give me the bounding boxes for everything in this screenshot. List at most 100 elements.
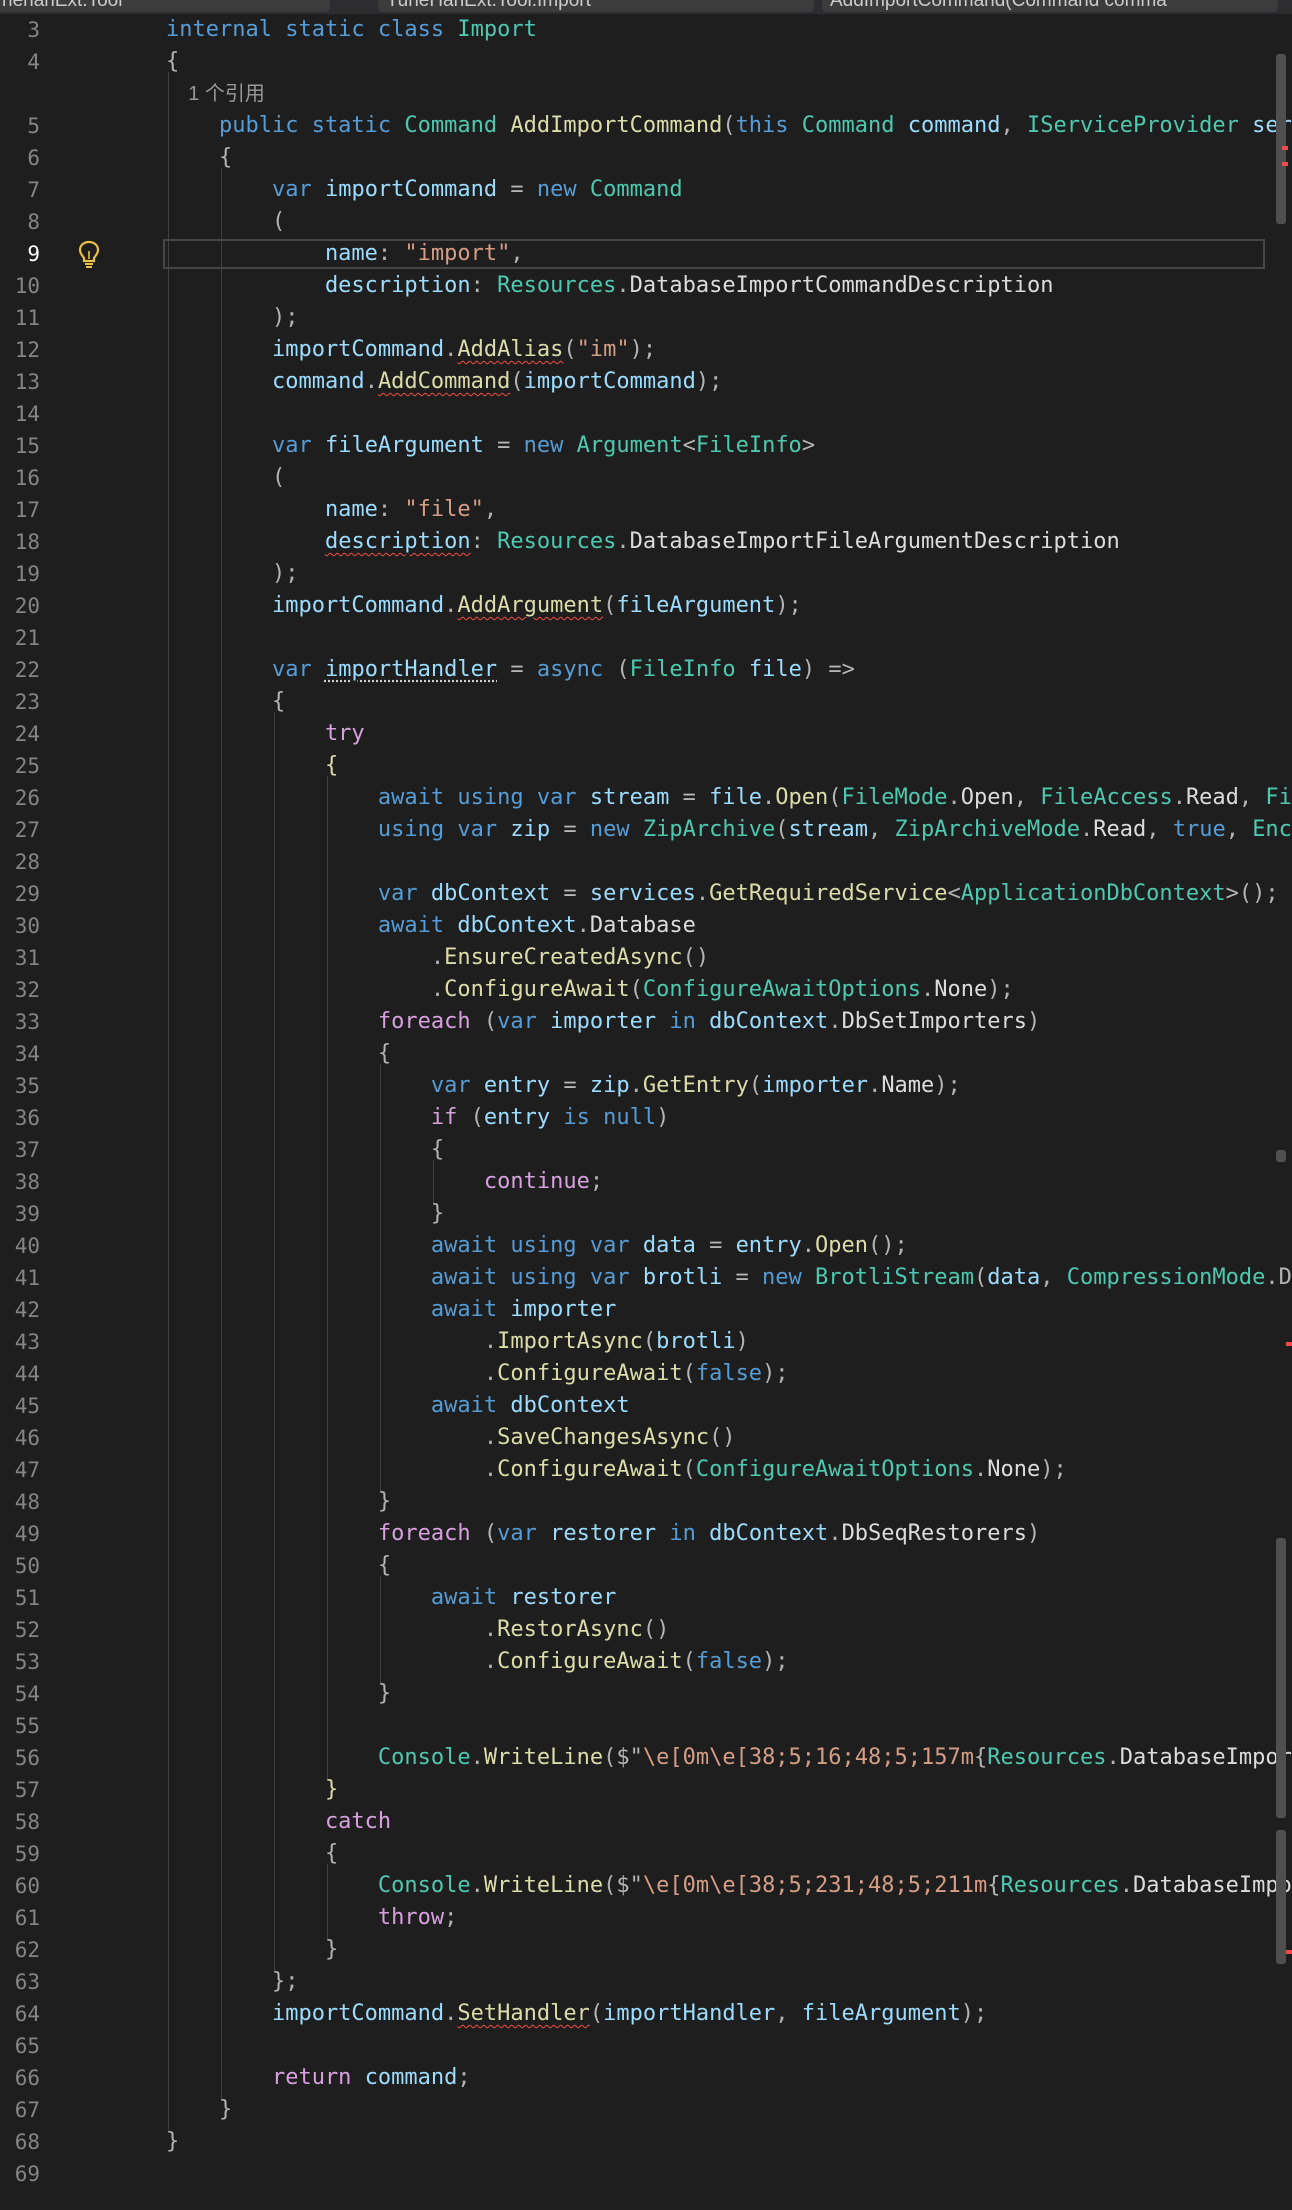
- code-line[interactable]: 35 var entry = zip.GetEntry(importer.Nam…: [0, 1070, 1292, 1102]
- code-line[interactable]: 54 }: [0, 1678, 1292, 1710]
- code-line[interactable]: 24 try: [0, 718, 1292, 750]
- code-line[interactable]: 55: [0, 1710, 1292, 1742]
- code-line[interactable]: 57 }: [0, 1774, 1292, 1806]
- code-line[interactable]: 41 await using var brotli = new BrotliSt…: [0, 1262, 1292, 1294]
- code-line[interactable]: 65: [0, 2030, 1292, 2062]
- scrollbar-thumb[interactable]: [1276, 54, 1286, 224]
- code-line[interactable]: 18 description: Resources.DatabaseImport…: [0, 526, 1292, 558]
- code-token: (: [483, 1009, 498, 1034]
- code-line[interactable]: 16 (: [0, 462, 1292, 494]
- code-line[interactable]: 5 public static Command AddImportCommand…: [0, 110, 1292, 142]
- code-line[interactable]: 15 var fileArgument = new Argument<FileI…: [0, 430, 1292, 462]
- code-editor[interactable]: 3 internal static class Import 4{ 1 个引用 5 p…: [0, 14, 1292, 2210]
- lightbulb-icon[interactable]: [76, 239, 102, 269]
- code-line[interactable]: 51 await restorer: [0, 1582, 1292, 1614]
- code-line[interactable]: 11 );: [0, 302, 1292, 334]
- codelens-references[interactable]: 1 个引用: [188, 83, 265, 105]
- code-token: fileArgument: [616, 593, 776, 618]
- code-line[interactable]: 49 foreach (var restorer in dbContext.Db…: [0, 1518, 1292, 1550]
- code-line[interactable]: 61 throw;: [0, 1902, 1292, 1934]
- code-line[interactable]: 8 (: [0, 206, 1292, 238]
- tab-import-namespace[interactable]: YuheHanExt.Tool.Import: [378, 0, 814, 12]
- code-line[interactable]: 64 importCommand.SetHandler(importHandle…: [0, 1998, 1292, 2030]
- code-line[interactable]: 36 if (entry is null): [0, 1102, 1292, 1134]
- line-number: 49: [14, 1522, 40, 1546]
- code-line[interactable]: 40 await using var data = entry.Open();: [0, 1230, 1292, 1262]
- code-line[interactable]: 46 .SaveChangesAsync(): [0, 1422, 1292, 1454]
- code-line[interactable]: 26 await using var stream = file.Open(Fi…: [0, 782, 1292, 814]
- code-line[interactable]: 4{: [0, 46, 1292, 78]
- code-line[interactable]: 21: [0, 622, 1292, 654]
- code-line[interactable]: 13 command.AddCommand(importCommand);: [0, 366, 1292, 398]
- code-line[interactable]: 50 {: [0, 1550, 1292, 1582]
- code-line[interactable]: 23 {: [0, 686, 1292, 718]
- code-text: {: [166, 1038, 391, 1070]
- code-token: .: [616, 529, 630, 554]
- code-line[interactable]: 58 catch: [0, 1806, 1292, 1838]
- code-line[interactable]: 53 .ConfigureAwait(false);: [0, 1646, 1292, 1678]
- vertical-scrollbar[interactable]: [1274, 50, 1292, 2180]
- code-line[interactable]: 29 var dbContext = services.GetRequiredS…: [0, 878, 1292, 910]
- code-line[interactable]: 20 importCommand.AddArgument(fileArgumen…: [0, 590, 1292, 622]
- code-line[interactable]: 19 );: [0, 558, 1292, 590]
- code-line[interactable]: 68}: [0, 2126, 1292, 2158]
- code-text: (: [166, 206, 285, 238]
- code-text: importCommand.SetHandler(importHandler, …: [166, 1998, 987, 2030]
- code-line[interactable]: 52 .RestorAsync(): [0, 1614, 1292, 1646]
- code-text: }: [166, 1678, 391, 1710]
- code-token: (: [563, 337, 577, 362]
- code-line[interactable]: 6 {: [0, 142, 1292, 174]
- code-token: .: [364, 369, 378, 394]
- code-line[interactable]: 22 var importHandler = async (FileInfo f…: [0, 654, 1292, 686]
- code-line[interactable]: 45 await dbContext: [0, 1390, 1292, 1422]
- code-line[interactable]: 14: [0, 398, 1292, 430]
- code-line[interactable]: 48 }: [0, 1486, 1292, 1518]
- line-number: 18: [14, 530, 40, 554]
- code-line[interactable]: 28: [0, 846, 1292, 878]
- code-line[interactable]: 31 .EnsureCreatedAsync(): [0, 942, 1292, 974]
- code-token: =: [709, 1233, 736, 1258]
- code-token: GetEntry: [642, 1073, 749, 1098]
- code-line[interactable]: 59 {: [0, 1838, 1292, 1870]
- code-line[interactable]: 32 .ConfigureAwait(ConfigureAwaitOptions…: [0, 974, 1292, 1006]
- code-line[interactable]: 42 await importer: [0, 1294, 1292, 1326]
- code-line[interactable]: 67 }: [0, 2094, 1292, 2126]
- code-token: in: [669, 1521, 710, 1546]
- code-line[interactable]: 12 importCommand.AddAlias("im");: [0, 334, 1292, 366]
- code-line[interactable]: 30 await dbContext.Database: [0, 910, 1292, 942]
- code-line[interactable]: 63 };: [0, 1966, 1292, 1998]
- code-token: Resources: [497, 273, 617, 298]
- code-token: Import: [457, 17, 537, 42]
- code-token: importCommand: [166, 593, 445, 618]
- code-line[interactable]: 9 name: "import",: [0, 238, 1292, 270]
- code-token: await using var: [166, 1233, 643, 1258]
- line-number: 29: [14, 882, 40, 906]
- code-line[interactable]: 34 {: [0, 1038, 1292, 1070]
- code-token: data: [987, 1265, 1041, 1290]
- code-text: .ConfigureAwait(ConfigureAwaitOptions.No…: [166, 974, 1014, 1006]
- tab-tool[interactable]: henanExt.Tool: [0, 0, 330, 12]
- code-line[interactable]: 3 internal static class Import: [0, 14, 1292, 46]
- code-line[interactable]: 7 var importCommand = new Command: [0, 174, 1292, 206]
- code-line[interactable]: 17 name: "file",: [0, 494, 1292, 526]
- code-line[interactable]: 10 description: Resources.DatabaseImport…: [0, 270, 1292, 302]
- code-line[interactable]: 43 .ImportAsync(brotli): [0, 1326, 1292, 1358]
- code-line[interactable]: 47 .ConfigureAwait(ConfigureAwaitOptions…: [0, 1454, 1292, 1486]
- tab-member-dropdown[interactable]: AddImportCommand(Command comma: [822, 0, 1278, 12]
- codelens-row[interactable]: 1 个引用: [0, 78, 1292, 110]
- code-line[interactable]: 38 continue;: [0, 1166, 1292, 1198]
- code-line[interactable]: 25 {: [0, 750, 1292, 782]
- code-token: if: [166, 1105, 471, 1130]
- code-token: Console: [166, 1873, 471, 1898]
- code-line[interactable]: 60 Console.WriteLine($"\e[0m\e[38;5;231;…: [0, 1870, 1292, 1902]
- code-line[interactable]: 39 }: [0, 1198, 1292, 1230]
- code-line[interactable]: 27 using var zip = new ZipArchive(stream…: [0, 814, 1292, 846]
- code-token: description: [166, 273, 471, 298]
- code-line[interactable]: 33 foreach (var importer in dbContext.Db…: [0, 1006, 1292, 1038]
- code-line[interactable]: 37 {: [0, 1134, 1292, 1166]
- code-line[interactable]: 66 return command;: [0, 2062, 1292, 2094]
- code-line[interactable]: 44 .ConfigureAwait(false);: [0, 1358, 1292, 1390]
- code-line[interactable]: 69: [0, 2158, 1292, 2190]
- code-line[interactable]: 62 }: [0, 1934, 1292, 1966]
- code-line[interactable]: 56 Console.WriteLine($"\e[0m\e[38;5;16;4…: [0, 1742, 1292, 1774]
